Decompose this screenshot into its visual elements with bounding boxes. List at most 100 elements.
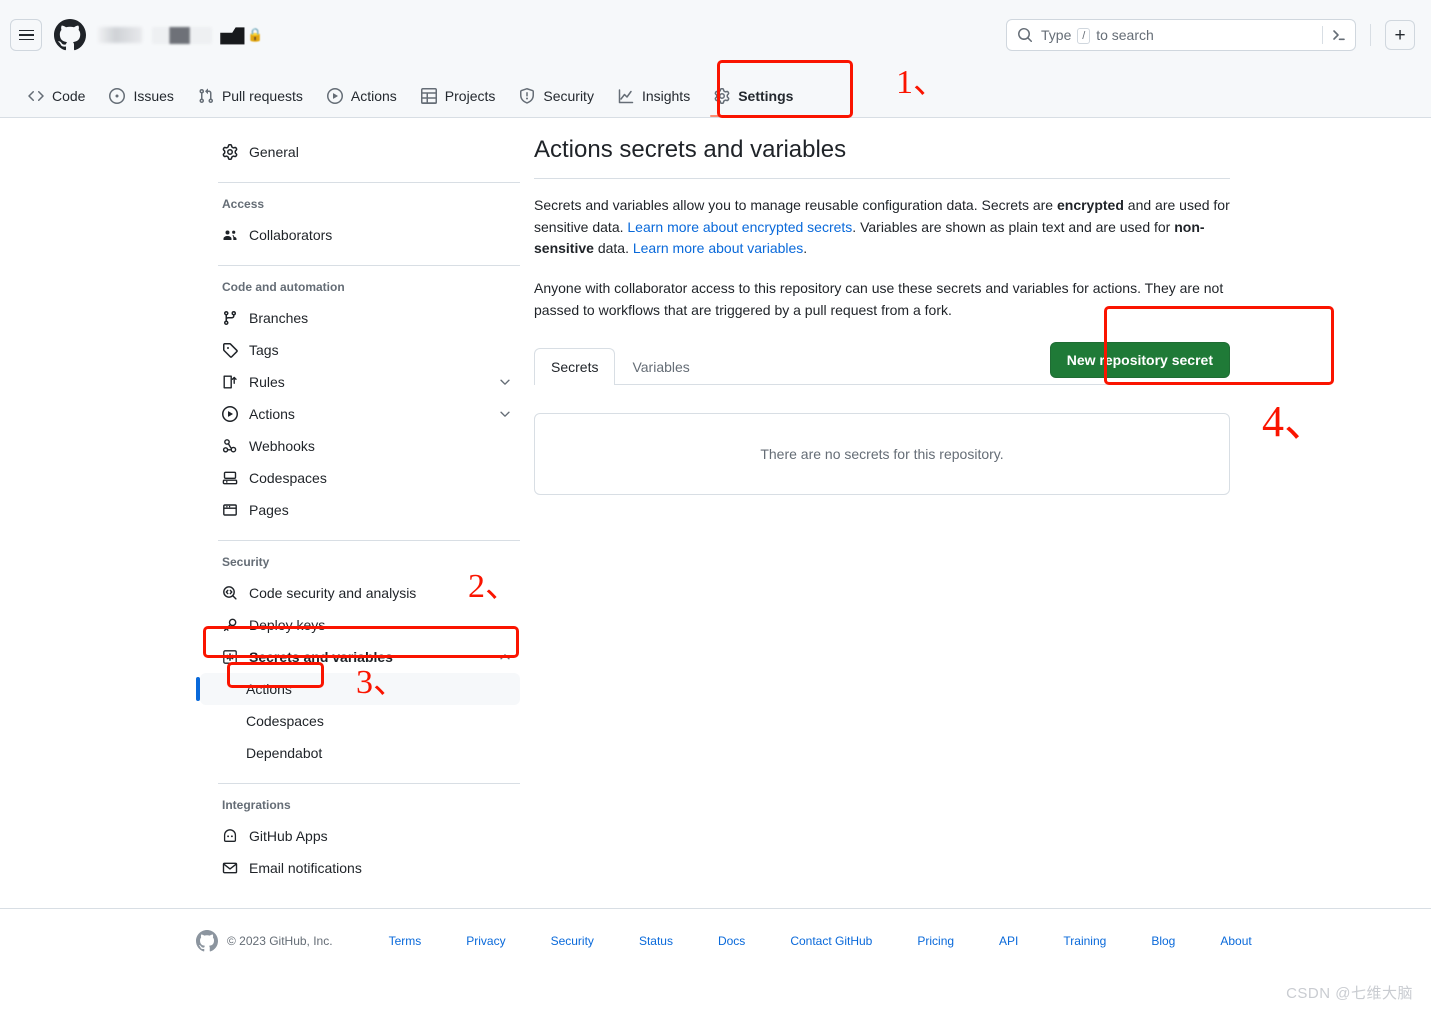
sidebar-section-integrations: Integrations [222, 798, 291, 812]
link-learn-variables[interactable]: Learn more about variables [633, 240, 803, 256]
sidebar-item-label: Collaborators [249, 227, 333, 243]
sidebar-subitem-label: Actions [246, 681, 292, 697]
codespaces-icon [222, 470, 238, 486]
repo-tab-projects[interactable]: Projects [409, 88, 508, 117]
footer-link-pricing[interactable]: Pricing [917, 934, 954, 948]
sidebar-subitem-codespaces[interactable]: Codespaces [200, 705, 520, 737]
repository-nav: Code Issues Pull requests Actions Projec… [0, 70, 1431, 118]
sidebar-item-collaborators[interactable]: Collaborators [200, 219, 520, 251]
git-branch-icon [222, 310, 238, 326]
sidebar-item-rules[interactable]: Rules [200, 366, 520, 398]
sidebar-item-label: Tags [249, 342, 279, 358]
mail-icon [222, 860, 238, 876]
repo-tab-label: Projects [444, 88, 496, 104]
sidebar-section-code-automation: Code and automation [222, 280, 345, 294]
sidebar-item-code-security-and-analysis[interactable]: Code security and analysis [200, 577, 520, 609]
sidebar-subitem-label: Codespaces [246, 713, 324, 729]
sidebar-subitem-dependabot[interactable]: Dependabot [200, 737, 520, 769]
footer-divider [0, 908, 1431, 909]
sidebar-item-label: GitHub Apps [249, 828, 328, 844]
page-footer: © 2023 GitHub, Inc. Terms Privacy Securi… [0, 930, 1431, 952]
sidebar-item-deploy-keys[interactable]: Deploy keys [200, 609, 520, 641]
chevron-up-icon[interactable] [498, 650, 512, 664]
footer-link-about[interactable]: About [1220, 934, 1251, 948]
sidebar-item-label: Deploy keys [249, 617, 326, 633]
hamburger-line [18, 29, 34, 32]
sidebar-divider [218, 540, 520, 541]
settings-page-body: General Access Collaborators Code and au… [0, 118, 1431, 884]
sidebar-item-label: Pages [249, 502, 289, 518]
hamburger-menu-button[interactable] [10, 19, 42, 51]
search-input[interactable]: Type / to search [1006, 19, 1356, 51]
tag-icon [222, 342, 238, 358]
repo-tab-label: Pull requests [221, 88, 303, 104]
footer-link-training[interactable]: Training [1063, 934, 1106, 948]
footer-link-blog[interactable]: Blog [1151, 934, 1175, 948]
footer-link-docs[interactable]: Docs [718, 934, 745, 948]
description-paragraph-2: Anyone with collaborator access to this … [534, 280, 1224, 318]
sidebar-item-email-notifications[interactable]: Email notifications [200, 852, 520, 884]
create-new-button[interactable]: + [1385, 20, 1415, 50]
chevron-down-icon[interactable] [498, 407, 512, 421]
footer-link-terms[interactable]: Terms [389, 934, 422, 948]
repo-tab-label: Settings [738, 88, 794, 104]
secrets-variables-tabbar: Secrets Variables New repository secret [534, 342, 1230, 386]
link-learn-encrypted-secrets[interactable]: Learn more about encrypted secrets [627, 219, 852, 235]
settings-main-content: Actions secrets and variables Secrets an… [520, 136, 1340, 884]
sidebar-item-label: Email notifications [249, 860, 362, 876]
hamburger-line [18, 34, 34, 36]
sidebar-subitem-actions[interactable]: Actions [196, 673, 520, 705]
global-header: 🔒 Type / to search + [0, 0, 1431, 70]
repo-tab-settings[interactable]: Settings [702, 88, 805, 117]
page-title: Actions secrets and variables [534, 136, 1230, 179]
tab-variables[interactable]: Variables [615, 348, 706, 385]
tab-secrets[interactable]: Secrets [534, 348, 616, 386]
sidebar-item-codespaces[interactable]: Codespaces [200, 462, 520, 494]
hamburger-line [18, 38, 34, 41]
footer-link-privacy[interactable]: Privacy [466, 934, 505, 948]
footer-link-api[interactable]: API [999, 934, 1018, 948]
csdn-watermark: CSDN @七维大脑 [1286, 985, 1413, 1002]
terminal-icon[interactable] [1331, 27, 1347, 43]
shield-icon [519, 88, 535, 104]
play-icon [326, 88, 343, 104]
redacted-owner [98, 27, 142, 43]
p1-bold-encrypted: encrypted [1056, 197, 1124, 213]
p1-text-4: data. [593, 240, 633, 257]
repo-tab-label: Actions [350, 88, 397, 104]
repo-tab-actions[interactable]: Actions [315, 88, 409, 117]
sidebar-item-pages[interactable]: Pages [200, 494, 520, 526]
sidebar-divider [218, 182, 520, 183]
sidebar-item-label: General [249, 144, 299, 160]
sidebar-item-secrets-and-variables[interactable]: Secrets and variables [200, 641, 520, 673]
sidebar-item-webhooks[interactable]: Webhooks [200, 430, 520, 462]
search-divider [1322, 26, 1323, 44]
repo-tab-security[interactable]: Security [507, 88, 606, 117]
sidebar-item-branches[interactable]: Branches [200, 302, 520, 334]
code-scan-icon [222, 585, 238, 601]
sidebar-item-general[interactable]: General [200, 136, 520, 168]
sidebar-section-security: Security [222, 555, 270, 569]
footer-link-security[interactable]: Security [551, 934, 594, 948]
repo-tab-label: Security [543, 88, 594, 104]
repo-tab-insights[interactable]: Insights [606, 88, 702, 117]
footer-link-contact-github[interactable]: Contact GitHub [790, 934, 872, 948]
new-repository-secret-button[interactable]: New repository secret [1049, 342, 1230, 379]
repo-tab-code[interactable]: Code [16, 88, 97, 117]
repo-tab-issues[interactable]: Issues [97, 88, 185, 117]
slash-key-hint: / [1077, 27, 1091, 44]
chevron-down-icon[interactable] [498, 375, 512, 389]
footer-copyright: © 2023 GitHub, Inc. [227, 934, 333, 948]
sidebar-item-label: Branches [249, 310, 309, 326]
github-logo[interactable] [54, 19, 86, 51]
sidebar-item-github-apps[interactable]: GitHub Apps [200, 820, 520, 852]
footer-link-status[interactable]: Status [639, 934, 673, 948]
sidebar-item-tags[interactable]: Tags [200, 334, 520, 366]
repo-breadcrumb-redacted[interactable]: 🔒 [98, 24, 263, 46]
repo-tab-pull-requests[interactable]: Pull requests [186, 88, 315, 117]
header-right-group: Type / to search + [1006, 19, 1415, 51]
key-icon [222, 617, 238, 633]
sidebar-divider [218, 783, 520, 784]
sidebar-item-actions[interactable]: Actions [200, 398, 520, 430]
settings-sidebar: General Access Collaborators Code and au… [196, 136, 520, 884]
